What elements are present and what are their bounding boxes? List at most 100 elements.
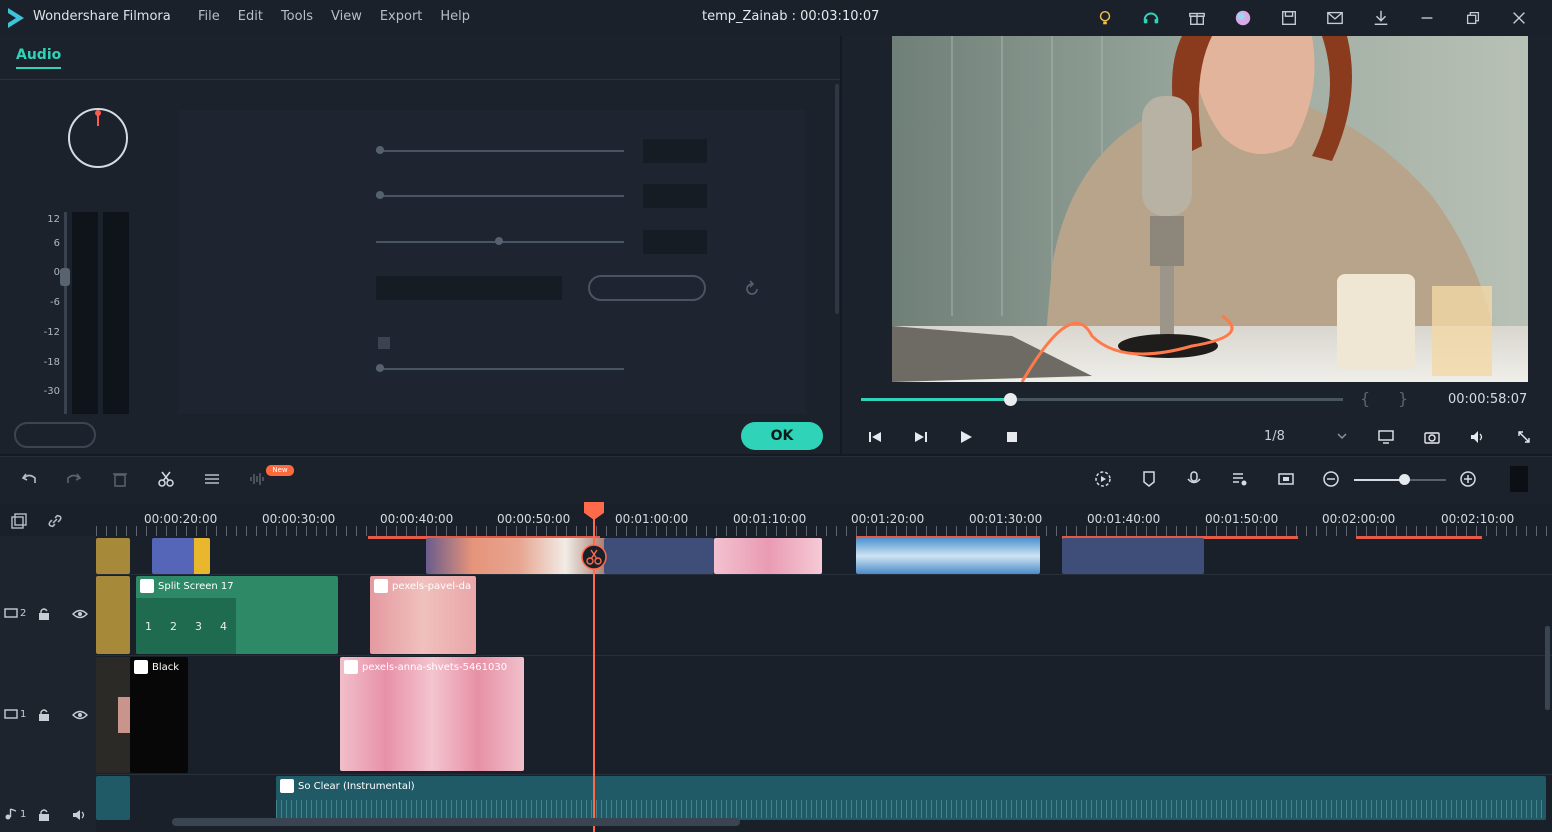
minimize-icon[interactable] (1404, 6, 1450, 30)
video-clip[interactable]: pexels-pavel-da (370, 576, 476, 654)
volume-button[interactable] (1466, 426, 1490, 448)
voiceover-button[interactable] (1183, 468, 1205, 490)
zoom-in-button[interactable] (1457, 468, 1479, 490)
meter-scale-label: 12 (47, 214, 60, 225)
zoom-slider-handle[interactable] (1399, 474, 1410, 485)
display-settings-button[interactable] (1374, 426, 1398, 448)
clip-title: pexels-pavel-da (392, 580, 472, 592)
menu-file[interactable]: File (198, 9, 220, 24)
customize-button (588, 275, 706, 301)
lock-icon[interactable] (38, 808, 50, 822)
split-screen-icon (140, 579, 154, 593)
scissors-icon[interactable] (581, 544, 607, 570)
slot-number: 2 (170, 619, 177, 633)
marker-button[interactable] (1138, 468, 1160, 490)
menu-edit[interactable]: Edit (238, 9, 263, 24)
timeline-horizontal-scrollbar[interactable] (172, 818, 740, 826)
close-icon[interactable] (1496, 6, 1542, 30)
gift-icon[interactable] (1174, 6, 1220, 30)
panel-scrollbar[interactable] (835, 84, 839, 314)
download-icon[interactable] (1358, 6, 1404, 30)
mail-icon[interactable] (1312, 6, 1358, 30)
track-divider (96, 655, 1552, 656)
redo-button[interactable] (63, 468, 85, 490)
sliders-icon (205, 474, 219, 484)
menu-help[interactable]: Help (440, 9, 470, 24)
black-clip[interactable]: Black (130, 657, 188, 773)
toolbar-pause-handle[interactable] (1510, 466, 1528, 492)
add-track-button[interactable] (8, 510, 30, 532)
clip-title: So Clear (Instrumental) (298, 780, 415, 792)
menu-view[interactable]: View (331, 9, 362, 24)
headset-icon[interactable] (1128, 6, 1174, 30)
speaker-icon[interactable] (72, 809, 88, 821)
step-forward-icon (915, 432, 927, 442)
music-clip[interactable]: So Clear (Instrumental) (276, 776, 1546, 820)
ruler-label: 00:00:40:00 (380, 512, 454, 526)
undo-button[interactable] (18, 468, 40, 490)
delete-button[interactable] (109, 468, 131, 490)
preview-progress-handle[interactable] (1004, 393, 1017, 406)
audio-mixer-button[interactable] (1229, 468, 1251, 490)
timeline-clip[interactable] (96, 657, 130, 773)
reset-button[interactable] (14, 422, 96, 448)
avatar-icon[interactable] (1220, 6, 1266, 30)
eye-icon[interactable] (72, 709, 88, 721)
stop-button[interactable] (1001, 426, 1023, 448)
split-screen-slots: 1 2 3 4 (136, 598, 236, 654)
marker-icon (1143, 471, 1155, 487)
snapshot-timeline-button[interactable] (1275, 468, 1297, 490)
chevron-down-icon[interactable] (1336, 430, 1348, 442)
restore-icon[interactable] (1450, 6, 1496, 30)
split-screen-clip[interactable]: Split Screen 17 1 2 3 4 (136, 576, 338, 654)
timeline-clip[interactable] (714, 538, 822, 574)
prev-frame-button[interactable] (864, 426, 886, 448)
lock-icon[interactable] (38, 708, 50, 722)
menu-export[interactable]: Export (380, 9, 423, 24)
meter-scale-label: 6 (53, 238, 60, 249)
clip-title: Black (152, 661, 180, 673)
title-bar: Wondershare Filmora File Edit Tools View… (0, 0, 1552, 36)
timeline-clip[interactable] (604, 538, 714, 574)
filmora-logo-icon (8, 8, 24, 28)
ruler-label: 00:00:30:00 (262, 512, 336, 526)
slot-number: 3 (195, 619, 202, 633)
undo-icon (21, 473, 36, 483)
adjust-button[interactable] (201, 468, 223, 490)
preview-frame-image (892, 36, 1528, 382)
mark-in-button[interactable]: { (1360, 389, 1370, 408)
timeline-vertical-scrollbar[interactable] (1545, 626, 1550, 710)
lock-icon[interactable] (38, 607, 50, 621)
timeline-clip[interactable] (96, 538, 130, 574)
tab-audio[interactable]: Audio (16, 47, 62, 69)
audio-waveform-button[interactable] (246, 468, 268, 490)
audio-clip[interactable] (96, 776, 130, 820)
next-frame-button[interactable] (910, 426, 932, 448)
render-button[interactable] (1092, 468, 1114, 490)
timeline-clip[interactable] (856, 538, 1040, 574)
volume-slider-track[interactable] (64, 212, 67, 414)
menu-tools[interactable]: Tools (281, 9, 313, 24)
timeline-clip[interactable] (152, 538, 210, 574)
timeline-clip[interactable] (96, 576, 130, 654)
zoom-out-button[interactable] (1320, 468, 1342, 490)
eye-icon[interactable] (72, 608, 88, 620)
equalizer-select (376, 276, 562, 300)
volume-slider-knob[interactable] (60, 268, 70, 286)
bulb-icon[interactable] (1082, 6, 1128, 30)
mark-out-button[interactable]: } (1398, 389, 1408, 408)
slot-number: 4 (220, 619, 227, 633)
save-icon[interactable] (1266, 6, 1312, 30)
app-brand: Wondershare Filmora (33, 9, 171, 24)
timeline-clip[interactable] (1062, 538, 1204, 574)
link-button[interactable] (44, 510, 66, 532)
ok-button[interactable]: OK (741, 422, 823, 450)
video-clip[interactable]: pexels-anna-shvets-5461030 (340, 657, 524, 771)
play-button[interactable] (955, 426, 977, 448)
snapshot-button[interactable] (1420, 426, 1444, 448)
fullscreen-icon (1518, 431, 1530, 443)
fullscreen-button[interactable] (1512, 426, 1536, 448)
split-button[interactable] (155, 468, 177, 490)
meter-scale-label: -18 (43, 357, 60, 368)
clip-title: Split Screen 17 (158, 580, 234, 592)
